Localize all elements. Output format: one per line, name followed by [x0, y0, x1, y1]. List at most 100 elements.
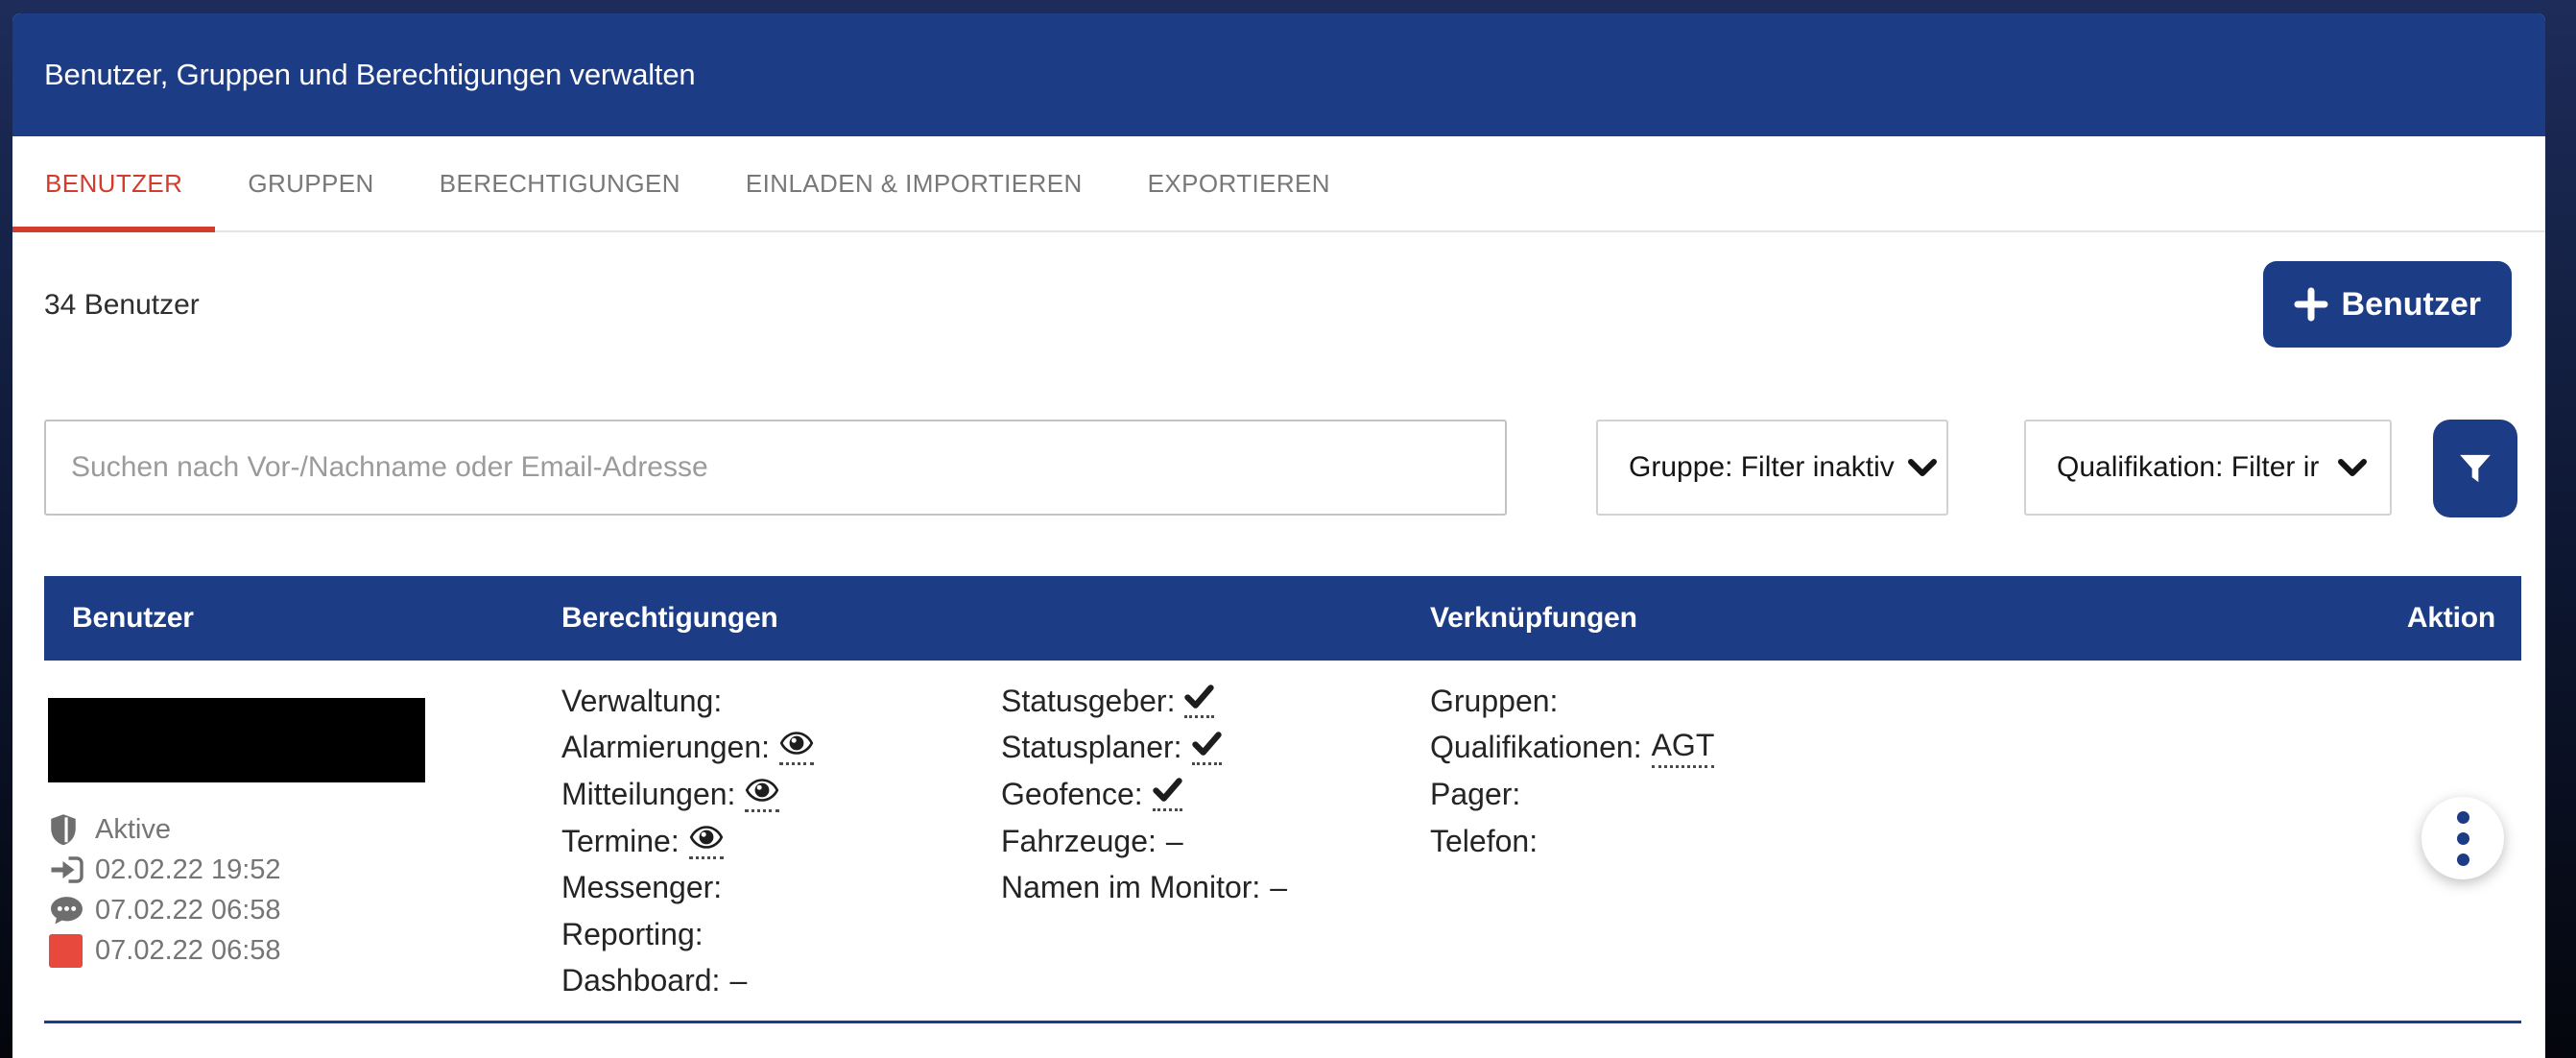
eye-icon[interactable] [745, 777, 779, 812]
user-status-line: 07.02.22 06:58 [49, 890, 281, 930]
permission-label: Fahrzeuge: [1001, 824, 1157, 859]
permission-item: Namen im Monitor:– [1001, 864, 1287, 911]
chevron-down-icon [2338, 459, 2367, 477]
tab-einladen-importieren[interactable]: EINLADEN & IMPORTIEREN [713, 136, 1115, 230]
link-item: Gruppen: [1430, 1048, 1558, 1058]
permission-item: Verwaltung: [561, 1048, 722, 1058]
page-title: Benutzer, Gruppen und Berechtigungen ver… [44, 58, 695, 92]
permission-label: Namen im Monitor: [1001, 870, 1260, 905]
permission-label: Statusgeber: [1001, 1054, 1175, 1058]
tab-label: GRUPPEN [248, 169, 373, 199]
check-icon[interactable] [1184, 684, 1214, 718]
eye-icon[interactable] [689, 824, 724, 859]
permission-item: Termine: [561, 818, 814, 865]
links-column-row2: Gruppen: [1430, 1048, 1558, 1058]
permission-label: Mitteilungen: [561, 777, 735, 812]
column-header-links: Verknüpfungen [1430, 602, 1637, 635]
tab-gruppen[interactable]: GRUPPEN [215, 136, 406, 230]
tab-label: BENUTZER [45, 169, 182, 199]
tab-berechtigungen[interactable]: BERECHTIGUNGEN [407, 136, 713, 230]
dash-value: – [1270, 870, 1287, 905]
tab-exportieren[interactable]: EXPORTIEREN [1115, 136, 1363, 230]
check-icon[interactable] [1192, 731, 1222, 765]
status-text: 07.02.22 06:58 [95, 935, 281, 967]
redacted-user-name [48, 698, 425, 782]
sign-in-icon [49, 855, 95, 884]
user-status-line: Aktive [49, 809, 281, 850]
app-header: Benutzer, Gruppen und Berechtigungen ver… [12, 13, 2545, 136]
funnel-icon [2456, 449, 2494, 488]
permissions-column-1: Verwaltung: Alarmierungen: Mitteilungen: Te… [561, 678, 814, 1004]
dash-value: – [1166, 824, 1183, 859]
permission-item: Mitteilungen: [561, 771, 814, 818]
permissions-column-2-row2: Statusgeber: [1001, 1048, 1175, 1058]
user-status-line: 07.02.22 06:58 [49, 930, 281, 971]
permission-label: Statusplaner: [1001, 730, 1182, 765]
add-user-button[interactable]: Benutzer [2263, 261, 2512, 348]
search-input[interactable] [44, 420, 1507, 516]
permission-item: Reporting: [561, 911, 814, 958]
tab-label: BERECHTIGUNGEN [440, 169, 680, 199]
permission-item: Statusgeber: [1001, 1048, 1175, 1058]
check-icon[interactable] [1153, 777, 1182, 811]
table-header: Benutzer Berechtigungen Verknüpfungen Ak… [44, 576, 2521, 661]
permission-item: Fahrzeuge:– [1001, 818, 1287, 865]
link-item: Telefon: [1430, 818, 1714, 865]
link-label: Pager: [1430, 777, 1520, 812]
add-user-button-label: Benutzer [2342, 286, 2481, 324]
link-label: Qualifikationen: [1430, 730, 1642, 765]
content-card: Benutzer, Gruppen und Berechtigungen ver… [12, 13, 2545, 1058]
alarm-square-icon [49, 934, 95, 968]
permission-item: Geofence: [1001, 771, 1287, 818]
link-label: Gruppen: [1430, 684, 1558, 719]
group-filter-label: Gruppe: Filter inaktiv [1629, 451, 1895, 484]
permission-item: Alarmierungen: [561, 725, 814, 772]
status-text: 02.02.22 19:52 [95, 854, 281, 886]
permission-item: Dashboard:– [561, 958, 814, 1005]
kebab-menu-icon [2457, 811, 2469, 824]
permission-label: Reporting: [561, 917, 704, 952]
link-item: Pager: [1430, 771, 1714, 818]
qualification-filter-label: Qualifikation: Filter ir [2057, 451, 2319, 484]
permission-label: Geofence: [1001, 777, 1143, 812]
shield-icon [49, 813, 95, 846]
filter-button[interactable] [2433, 420, 2517, 517]
tab-label: EINLADEN & IMPORTIEREN [746, 169, 1083, 199]
user-status-list: Aktive 02.02.22 19:52 07.02.22 06:58 07.02.… [49, 809, 281, 971]
status-text: 07.02.22 06:58 [95, 895, 281, 926]
permission-item: Messenger: [561, 864, 814, 911]
eye-icon[interactable] [779, 730, 814, 765]
plus-icon [2294, 287, 2328, 322]
user-status-line: 02.02.22 19:52 [49, 850, 281, 890]
link-item: Gruppen: [1430, 678, 1714, 725]
column-header-permissions: Berechtigungen [561, 602, 778, 635]
column-header-action: Aktion [2407, 602, 2495, 635]
permission-label: Verwaltung: [561, 684, 722, 719]
tab-label: EXPORTIEREN [1148, 169, 1330, 199]
permission-label: Dashboard: [561, 963, 720, 998]
permission-label: Alarmierungen: [561, 730, 770, 765]
permission-label: Verwaltung: [561, 1054, 722, 1058]
permission-label: Messenger: [561, 870, 722, 905]
links-column: Gruppen: Qualifikationen: AGT Pager: Telefon… [1430, 678, 1714, 864]
permissions-column-1-row2: Verwaltung: [561, 1048, 722, 1058]
row-divider [44, 1021, 2521, 1023]
link-label: Gruppen: [1430, 1054, 1558, 1058]
row-actions-button[interactable] [2421, 797, 2504, 879]
qualification-filter-dropdown[interactable]: Qualifikation: Filter ir [2024, 420, 2392, 516]
tab-bar: BENUTZER GRUPPEN BERECHTIGUNGEN EINLADEN & … [12, 136, 2545, 232]
page-background: Benutzer, Gruppen und Berechtigungen ver… [0, 0, 2576, 1058]
permission-item: Statusplaner: [1001, 725, 1287, 772]
group-filter-dropdown[interactable]: Gruppe: Filter inaktiv [1596, 420, 1948, 516]
permission-item: Verwaltung: [561, 678, 814, 725]
chevron-down-icon [1908, 459, 1937, 477]
column-header-user: Benutzer [72, 602, 194, 635]
link-label: Telefon: [1430, 824, 1538, 859]
tab-benutzer[interactable]: BENUTZER [12, 136, 215, 230]
dash-value: – [729, 963, 747, 998]
user-count-label: 34 Benutzer [44, 289, 200, 322]
qualification-value[interactable]: AGT [1652, 728, 1715, 768]
permission-label: Termine: [561, 824, 680, 859]
permission-label: Statusgeber: [1001, 684, 1175, 719]
comment-dots-icon [49, 895, 95, 926]
